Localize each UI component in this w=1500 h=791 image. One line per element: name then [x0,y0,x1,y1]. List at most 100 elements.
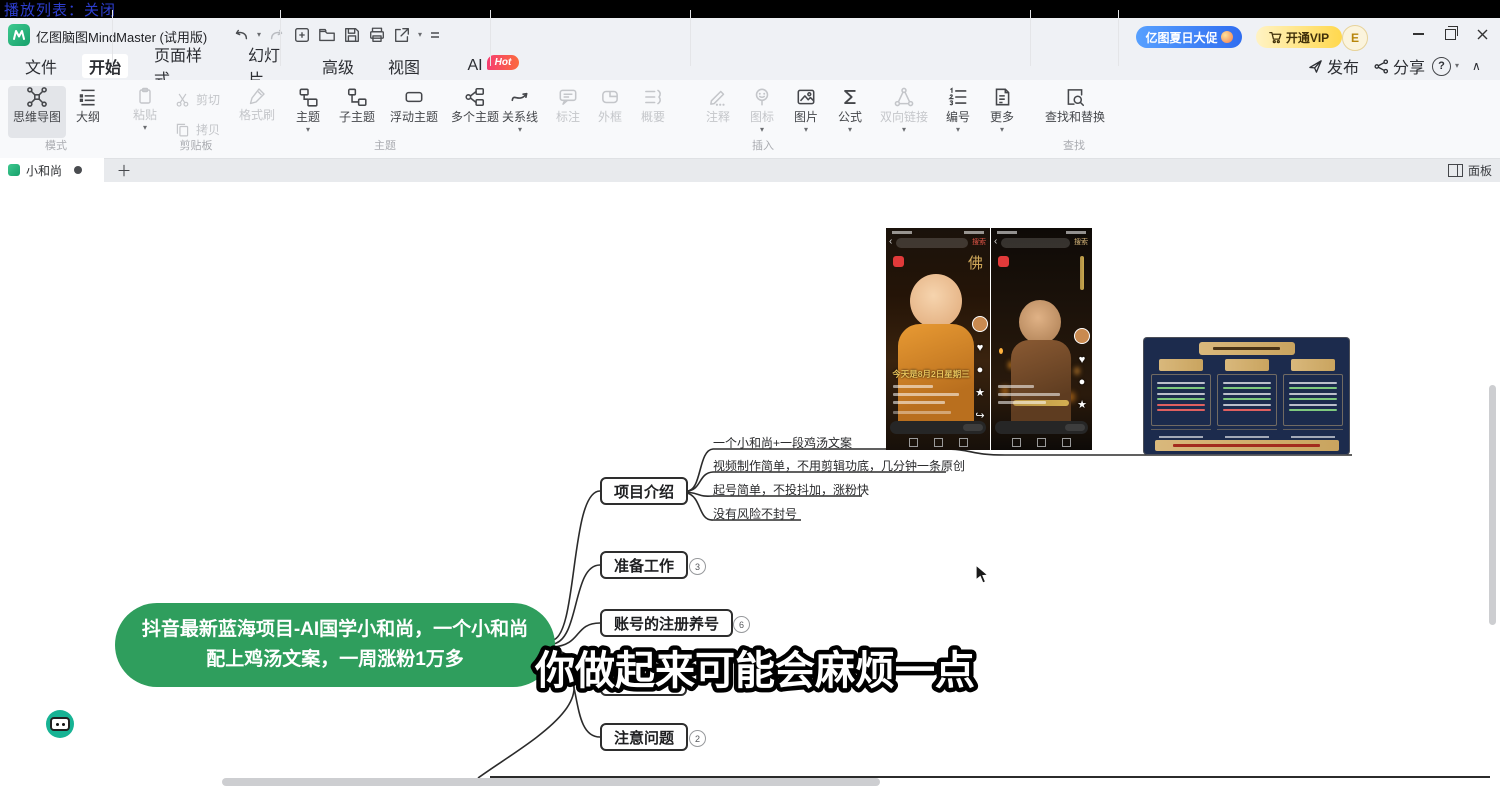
picture-button[interactable]: 图片 ▾ [786,86,826,138]
leaf-topic[interactable]: 一个小和尚+一段鸡汤文案 [713,434,852,451]
share-button[interactable]: 分享 [1374,54,1425,78]
monk-robe [1011,340,1071,425]
menu-tab-advanced[interactable]: 高级 [322,54,354,78]
back-icon: ‹ [994,236,997,247]
leaf-topic[interactable]: 没有风险不封号 [713,505,797,522]
central-topic[interactable]: 抖音最新蓝海项目-AI国学小和尚，一个小和尚 配上鸡汤文案，一周涨粉1万多 [115,603,555,687]
topic-account-register[interactable]: 账号的注册养号 [600,609,733,637]
collapse-badge[interactable]: 3 [689,558,706,575]
menubar [0,52,1500,80]
leaf-topic[interactable]: 起号简单，不投抖加，涨粉快 [713,481,869,498]
collapse-badge[interactable]: 6 [733,616,750,633]
summary-button[interactable]: 概要 [632,86,674,138]
page-lines-icon [991,86,1013,108]
horizontal-scrollbar[interactable] [222,778,880,786]
icon-library-button[interactable]: 图标 ▾ [742,86,782,138]
new-tab-button[interactable]: ＋ [112,158,136,182]
new-file-button[interactable] [293,26,311,44]
menu-tab-slides[interactable]: 幻灯片 [248,54,292,78]
customize-qat-icon[interactable] [429,29,441,41]
smiley-pin-icon [751,86,773,108]
live-badge-icon [998,256,1009,267]
scissors-icon [174,91,191,108]
topic-icon [297,86,319,108]
relationship-button[interactable]: 关系线 ▾ [496,86,544,138]
back-icon: ‹ [889,236,892,247]
menu-tab-ai[interactable]: AI [466,54,484,78]
export-button[interactable] [393,26,411,44]
menu-tab-view[interactable]: 视图 [388,54,420,78]
panel-label: 面板 [1468,162,1492,179]
ai-assistant-button[interactable] [46,710,74,738]
close-button[interactable] [1468,20,1496,48]
unsaved-dot-icon [74,166,82,174]
attached-image-douyin-screenshot-2[interactable]: ‹ 搜索 ♥ ● ★ ↪ [991,228,1092,450]
heart-icon: ♥ [977,342,984,354]
vertical-scrollbar[interactable] [1489,385,1496,625]
topic-button[interactable]: 主题 ▾ [286,86,330,138]
plan-header-badge [1159,359,1203,371]
boundary-button[interactable]: 外框 [590,86,630,138]
summer-promo-button[interactable]: 亿图夏日大促 [1136,26,1242,48]
format-painter-icon [247,86,267,106]
collapse-badge[interactable]: 2 [689,730,706,747]
picture-icon [795,86,817,108]
format-painter-button[interactable]: 格式刷 [232,86,282,138]
plan-bottom-banner [1155,440,1339,451]
document-tab[interactable]: 小和尚 [0,158,104,182]
minimize-button[interactable] [1404,20,1432,48]
open-vip-button[interactable]: 开通VIP [1256,26,1342,48]
floating-topic-button[interactable]: 浮动主题 [384,86,444,138]
menu-tab-home[interactable]: 开始 [82,54,128,78]
export-caret-icon[interactable]: ▾ [418,31,422,39]
link-caret-icon: ▾ [902,126,906,134]
save-button[interactable] [343,26,361,44]
panel-icon [1448,164,1463,177]
group-label-topic: 主题 [280,137,490,153]
summary-icon [642,86,664,108]
caption-line [893,385,933,388]
topic-cautions[interactable]: 注意问题 [600,723,688,751]
comment-button[interactable]: 注释 [698,86,738,138]
attached-image-douyin-screenshot-1[interactable]: ‹ 搜索 佛 今天是8月2日星期三 ♥ ● ★ ↪ [886,228,990,450]
star-icon: ★ [975,386,985,399]
floating-topic-icon [403,86,425,108]
callout-button[interactable]: 标注 [548,86,588,138]
print-button[interactable] [368,26,386,44]
caption-line [893,401,945,404]
user-avatar[interactable]: E [1342,25,1368,51]
bidirectional-link-button[interactable]: 双向链接 ▾ [874,86,934,138]
numbering-button[interactable]: 编号 ▾ [938,86,978,138]
paste-button[interactable]: 粘贴 ▾ [122,86,168,138]
outline-mode-button[interactable]: 大纲 [68,86,108,138]
plan-title-banner [1199,342,1295,355]
find-replace-icon [1064,86,1086,108]
mindmap-mode-button[interactable]: 思维导图 [8,86,66,138]
help-button[interactable]: ? ▾ [1432,54,1459,78]
callout-icon [557,86,579,108]
phone-navbar [886,438,990,447]
publish-button[interactable]: 发布 [1308,54,1359,78]
menu-tab-pagestyle[interactable]: 页面样式 [154,54,210,78]
cut-button[interactable]: 剪切 [174,88,220,110]
doc-tab-label: 小和尚 [26,162,62,179]
undo-caret-icon[interactable]: ▾ [257,31,261,39]
group-label-clipboard: 剪贴板 [112,137,280,153]
paste-icon [135,86,155,106]
more-insert-button[interactable]: 更多 ▾ [982,86,1022,138]
restore-button[interactable] [1436,20,1464,48]
menu-tab-file[interactable]: 文件 [24,54,58,78]
leaf-topic[interactable]: 视频制作简单，不用剪辑功底，几分钟一条原创 [713,457,965,474]
caption-line [893,393,959,396]
find-replace-button[interactable]: 查找和替换 [1034,86,1116,138]
formula-button[interactable]: 公式 ▾ [830,86,870,138]
topic-preparation[interactable]: 准备工作 [600,551,688,579]
subtopic-button[interactable]: 子主题 [332,86,382,138]
open-file-button[interactable] [318,26,336,44]
collapse-ribbon-button[interactable]: ∧ [1472,54,1481,78]
topic-project-intro[interactable]: 项目介绍 [600,477,688,505]
central-line1: 抖音最新蓝海项目-AI国学小和尚，一个小和尚 [142,615,528,645]
attached-image-plan-table[interactable] [1143,337,1350,455]
mindmap-canvas[interactable]: 抖音最新蓝海项目-AI国学小和尚，一个小和尚 配上鸡汤文案，一周涨粉1万多 项目… [0,182,1500,791]
panel-toggle-button[interactable]: 面板 [1448,158,1492,182]
